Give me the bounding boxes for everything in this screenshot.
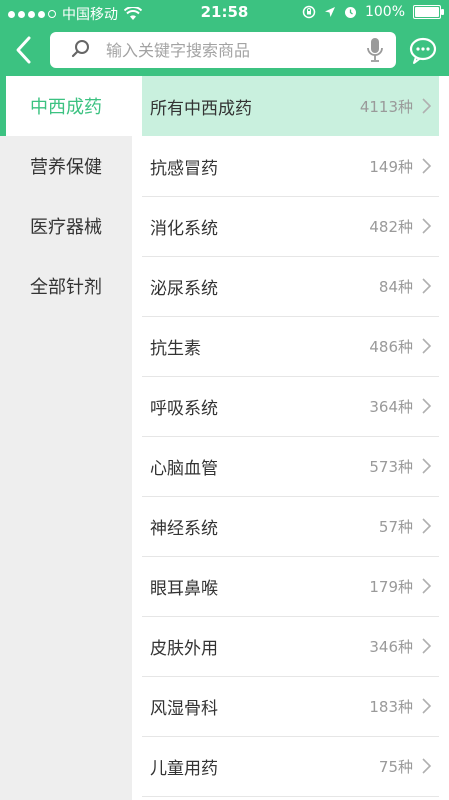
chevron-right-icon [422, 158, 432, 174]
chevron-right-icon [422, 638, 432, 654]
alarm-icon [344, 6, 356, 18]
list-item[interactable]: 抗感冒药 149种 [142, 136, 439, 197]
chevron-right-icon [422, 218, 432, 234]
list-item-count: 4113种 [359, 97, 413, 116]
list-item-count: 573种 [369, 457, 413, 476]
list-item[interactable]: 儿童用药 75种 [142, 736, 439, 797]
status-bar: 中国移动 21:58 100% [0, 0, 449, 24]
battery-percent: 100% [364, 4, 405, 20]
search-input[interactable] [104, 39, 364, 61]
chevron-right-icon [422, 398, 432, 414]
nav-bar [0, 24, 449, 76]
chevron-right-icon [422, 518, 432, 534]
list-item-label: 儿童用药 [150, 758, 218, 779]
list-item-label: 泌尿系统 [150, 278, 218, 299]
category-sidebar: 中西成药 营养保健 医疗器械 全部针剂 [0, 76, 132, 800]
list-item[interactable]: 所有中西成药 4113种 [142, 76, 439, 136]
chevron-right-icon [422, 98, 432, 114]
list-item[interactable]: 心脑血管 573种 [142, 436, 439, 497]
sidebar-item-label: 全部针剂 [30, 277, 102, 298]
app-header: 中国移动 21:58 100% [0, 0, 449, 76]
list-item-count: 179种 [369, 577, 413, 596]
list-item-count: 84种 [378, 277, 413, 296]
search-icon [71, 40, 89, 58]
list-item-count: 183种 [369, 697, 413, 716]
rotation-lock-icon [302, 5, 316, 19]
chat-icon[interactable] [407, 34, 439, 66]
list-item[interactable]: 眼耳鼻喉 179种 [142, 556, 439, 617]
list-item-label: 眼耳鼻喉 [150, 578, 218, 599]
list-item[interactable]: 皮肤外用 346种 [142, 616, 439, 677]
list-item-count: 364种 [369, 397, 413, 416]
microphone-icon[interactable] [364, 36, 386, 64]
list-item-count: 482种 [369, 217, 413, 236]
list-item[interactable]: 呼吸系统 364种 [142, 376, 439, 437]
status-right: 100% [302, 4, 444, 20]
list-item[interactable]: 消化系统 482种 [142, 196, 439, 257]
subcategory-list: 所有中西成药 4113种 抗感冒药 149种 消化系统 482种 泌尿系统 84… [132, 76, 449, 800]
chevron-left-icon [16, 36, 31, 64]
list-item-count: 75种 [378, 757, 413, 776]
list-item-count: 149种 [369, 157, 413, 176]
chevron-right-icon [422, 578, 432, 594]
chevron-right-icon [422, 338, 432, 354]
list-item-label: 皮肤外用 [150, 638, 218, 659]
list-item-label: 消化系统 [150, 218, 218, 239]
sidebar-item-label: 医疗器械 [30, 217, 102, 238]
list-item[interactable]: 神经系统 57种 [142, 496, 439, 557]
sidebar-item-label: 中西成药 [30, 97, 102, 118]
sidebar-item-nutrition[interactable]: 营养保健 [0, 136, 132, 196]
list-item-count: 346种 [369, 637, 413, 656]
list-item-label: 神经系统 [150, 518, 218, 539]
search-bar [50, 32, 396, 68]
list-item-label: 所有中西成药 [150, 98, 252, 119]
back-button[interactable] [10, 32, 36, 68]
list-item-count: 57种 [378, 517, 413, 536]
chevron-right-icon [422, 698, 432, 714]
list-item-label: 抗感冒药 [150, 158, 218, 179]
battery-icon [413, 5, 444, 19]
list-item-count: 486种 [369, 337, 413, 356]
chevron-right-icon [422, 278, 432, 294]
list-item[interactable]: 风湿骨科 183种 [142, 676, 439, 737]
list-item-label: 心脑血管 [150, 458, 218, 479]
chevron-right-icon [422, 458, 432, 474]
chevron-right-icon [422, 758, 432, 774]
sidebar-item-label: 营养保健 [30, 157, 102, 178]
list-item-label: 风湿骨科 [150, 698, 218, 719]
location-icon [324, 7, 335, 17]
list-item[interactable]: 抗生素 486种 [142, 316, 439, 377]
sidebar-item-injections[interactable]: 全部针剂 [0, 256, 132, 316]
list-item-label: 呼吸系统 [150, 398, 218, 419]
list-item[interactable]: 泌尿系统 84种 [142, 256, 439, 317]
list-item-label: 抗生素 [150, 338, 201, 359]
sidebar-item-medical-devices[interactable]: 医疗器械 [0, 196, 132, 256]
sidebar-item-western-chinese-medicine[interactable]: 中西成药 [0, 76, 132, 136]
